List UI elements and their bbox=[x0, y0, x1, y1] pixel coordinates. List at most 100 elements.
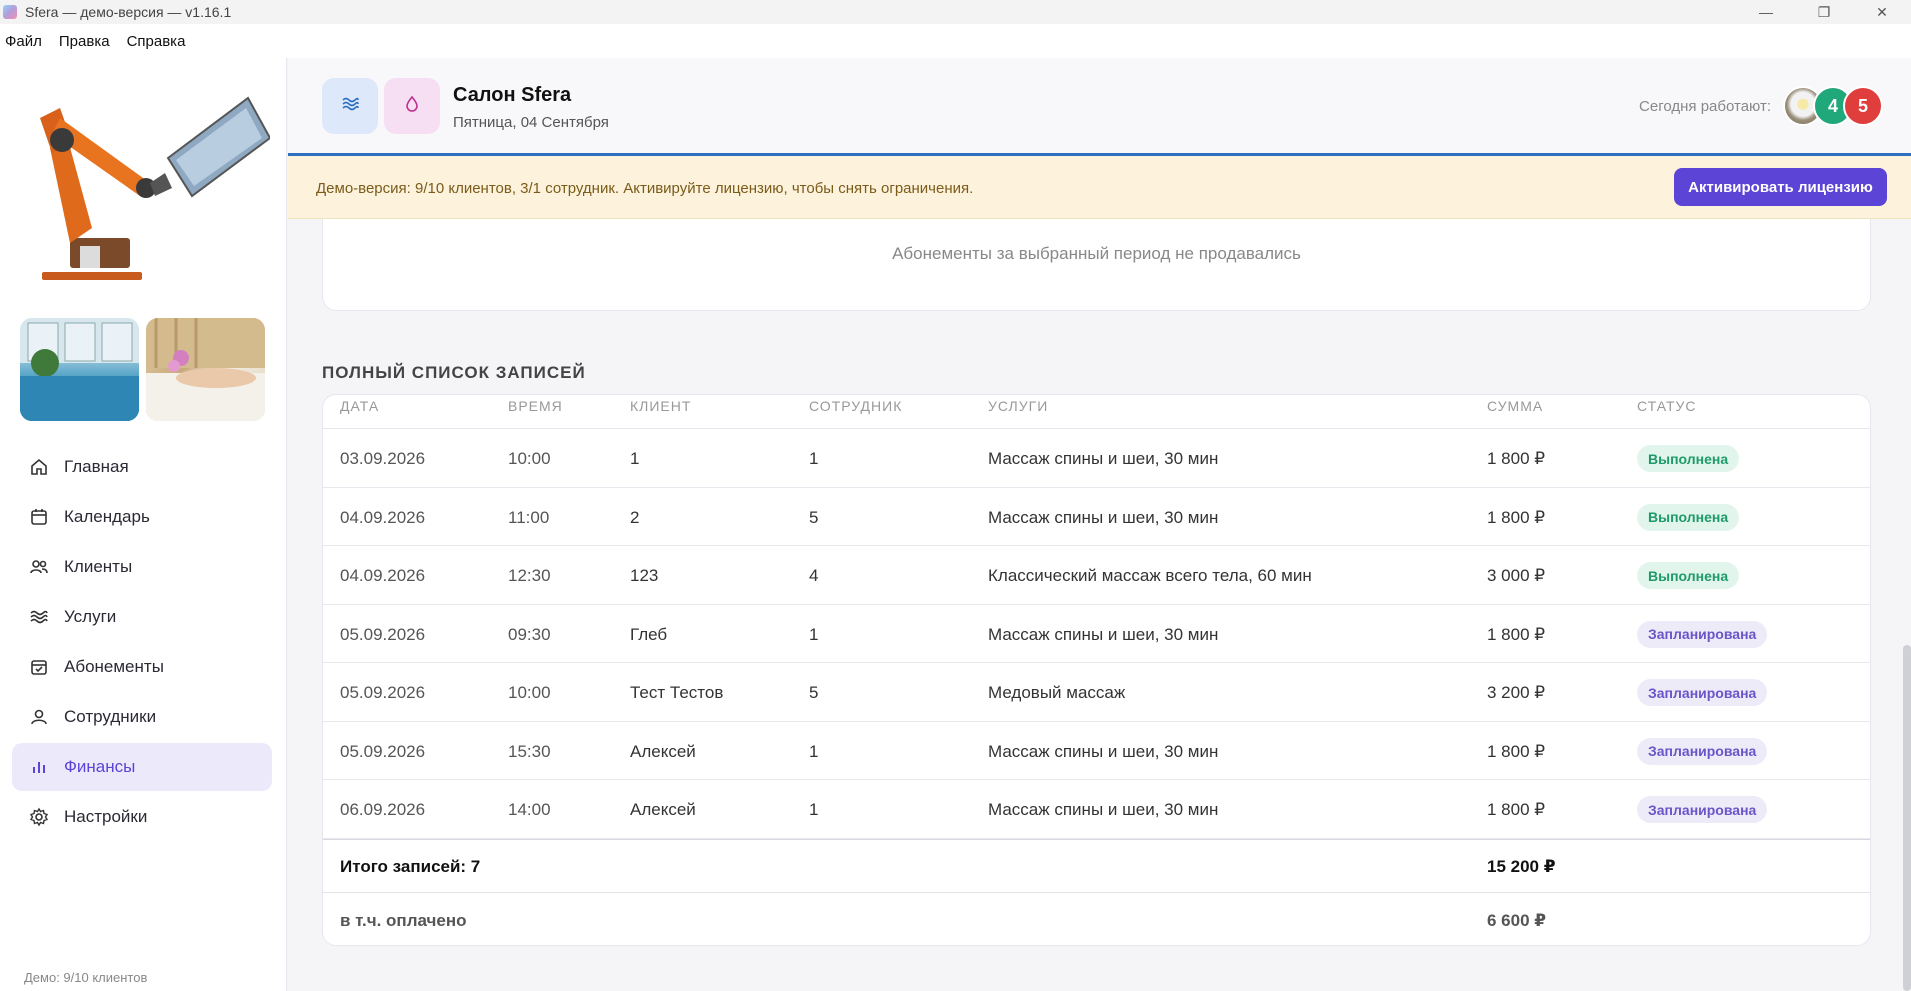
paid-label: в т.ч. оплачено bbox=[340, 910, 467, 930]
record-date: 05.09.2026 bbox=[340, 683, 426, 702]
sidebar-item-calendar[interactable]: Календарь bbox=[12, 493, 272, 541]
record-staff: 5 bbox=[809, 683, 819, 702]
record-staff: 1 bbox=[809, 741, 819, 761]
paid-row: в т.ч. оплачено 6 600 ₽ bbox=[323, 893, 1870, 946]
records-section-title: ПОЛНЫЙ СПИСОК ЗАПИСЕЙ bbox=[322, 363, 586, 382]
table-row[interactable]: 03.09.2026 10:00 1 1 Массаж спины и шеи,… bbox=[323, 429, 1870, 488]
record-time: 10:00 bbox=[508, 449, 551, 468]
sidebar-item-subscriptions[interactable]: Абонементы bbox=[12, 643, 272, 691]
menu-edit[interactable]: Правка bbox=[59, 33, 110, 50]
table-row[interactable]: 05.09.2026 10:00 Тест Тестов 5 Медовый м… bbox=[323, 663, 1870, 722]
total-sum: 15 200 ₽ bbox=[1487, 856, 1556, 876]
column-header-services[interactable]: УСЛУГИ bbox=[988, 398, 1048, 414]
current-date: Пятница, 04 Сентября bbox=[453, 114, 609, 131]
restore-icon[interactable]: ❐ bbox=[1795, 0, 1853, 24]
record-time: 09:30 bbox=[508, 624, 551, 644]
status-badge: Выполнена bbox=[1637, 445, 1740, 472]
status-badge: Запланирована bbox=[1637, 737, 1768, 765]
record-date: 05.09.2026 bbox=[340, 741, 426, 761]
title-bar: Sfera — демо-версия — v1.16.1 — ❐ ✕ bbox=[0, 0, 1911, 24]
column-header-sum[interactable]: СУММА bbox=[1487, 398, 1543, 414]
record-service: Медовый массаж bbox=[988, 683, 1126, 702]
column-header-date[interactable]: ДАТА bbox=[340, 398, 379, 414]
record-time: 12:30 bbox=[508, 566, 551, 585]
status-badge: Выполнена bbox=[1637, 562, 1740, 589]
content-scrollbar[interactable] bbox=[1903, 645, 1911, 991]
record-client: Алексей bbox=[630, 741, 696, 761]
salon-name: Салон Sfera bbox=[453, 84, 572, 106]
record-client: 123 bbox=[630, 566, 659, 585]
sidebar-item-label: Клиенты bbox=[64, 557, 133, 576]
window-controls: — ❐ ✕ bbox=[1737, 0, 1911, 24]
status-badge: Запланирована bbox=[1637, 679, 1768, 706]
menu-file[interactable]: Файл bbox=[5, 33, 42, 50]
sidebar-item-label: Главная bbox=[64, 457, 129, 476]
sidebar-item-finance[interactable]: Финансы bbox=[12, 743, 272, 791]
home-icon bbox=[28, 456, 50, 478]
paid-sum: 6 600 ₽ bbox=[1487, 910, 1547, 930]
record-sum: 1 800 ₽ bbox=[1487, 624, 1546, 644]
record-sum: 3 200 ₽ bbox=[1487, 683, 1546, 702]
record-service: Классический массаж всего тела, 60 мин bbox=[988, 566, 1312, 585]
record-staff: 1 bbox=[809, 449, 819, 468]
sidebar-item-staff[interactable]: Сотрудники bbox=[12, 693, 272, 741]
column-header-client[interactable]: КЛИЕНТ bbox=[630, 398, 691, 414]
column-header-staff[interactable]: СОТРУДНИК bbox=[809, 398, 902, 414]
total-row: Итого записей: 7 15 200 ₽ bbox=[323, 838, 1870, 893]
minimize-icon[interactable]: — bbox=[1737, 0, 1795, 24]
record-time: 11:00 bbox=[508, 507, 550, 527]
sidebar-item-home[interactable]: Главная bbox=[12, 443, 272, 491]
column-header-status[interactable]: СТАТУС bbox=[1637, 398, 1697, 414]
record-service: Массаж спины и шеи, 30 мин bbox=[988, 507, 1219, 527]
robot-arm-illustration bbox=[40, 96, 270, 280]
calendar-icon bbox=[28, 506, 50, 528]
record-service: Массаж спины и шеи, 30 мин bbox=[988, 741, 1219, 761]
records-table: ДАТА ВРЕМЯ КЛИЕНТ СОТРУДНИК УСЛУГИ СУММА… bbox=[322, 394, 1871, 946]
bar-chart-icon bbox=[28, 756, 50, 778]
record-client: Алексей bbox=[630, 800, 696, 819]
calendar-check-icon bbox=[28, 656, 50, 678]
drop-badge[interactable] bbox=[384, 78, 440, 134]
pool-photo bbox=[20, 318, 139, 421]
avatar[interactable]: 5 bbox=[1843, 86, 1883, 126]
status-badge: Выполнена bbox=[1637, 503, 1740, 531]
sidebar-item-label: Абонементы bbox=[64, 657, 164, 676]
waves-icon bbox=[340, 94, 360, 119]
record-sum: 1 800 ₽ bbox=[1487, 800, 1546, 819]
working-today-label: Сегодня работают: bbox=[1639, 98, 1771, 115]
record-staff: 1 bbox=[809, 800, 819, 819]
activate-license-button[interactable]: Активировать лицензию bbox=[1674, 168, 1887, 206]
sidebar-nav: Главная Календарь Клиенты Услуги Абонеме… bbox=[12, 443, 272, 843]
demo-footer: Демо: 9/10 клиентов bbox=[24, 970, 148, 985]
table-row[interactable]: 05.09.2026 15:30 Алексей 1 Массаж спины … bbox=[323, 722, 1870, 780]
sidebar: Главная Календарь Клиенты Услуги Абонеме… bbox=[0, 58, 287, 991]
record-client: Глеб bbox=[630, 624, 668, 644]
close-icon[interactable]: ✕ bbox=[1853, 0, 1911, 24]
status-badge: Запланирована bbox=[1637, 796, 1768, 823]
window-title: Sfera — демо-версия — v1.16.1 bbox=[25, 4, 232, 20]
record-client: 2 bbox=[630, 507, 640, 527]
table-row[interactable]: 04.09.2026 11:00 2 5 Массаж спины и шеи,… bbox=[323, 488, 1870, 546]
column-header-time[interactable]: ВРЕМЯ bbox=[508, 398, 563, 414]
sidebar-item-settings[interactable]: Настройки bbox=[12, 793, 272, 841]
menu-bar: Файл Правка Справка bbox=[0, 24, 1911, 58]
record-client: Тест Тестов bbox=[630, 683, 724, 702]
waves-icon bbox=[28, 606, 50, 628]
sidebar-item-services[interactable]: Услуги bbox=[12, 593, 272, 641]
menu-help[interactable]: Справка bbox=[127, 33, 186, 50]
gear-icon bbox=[28, 806, 50, 828]
main-content: Абонементы за выбранный период не продав… bbox=[288, 219, 1911, 991]
table-row[interactable]: 06.09.2026 14:00 Алексей 1 Массаж спины … bbox=[323, 780, 1870, 839]
record-sum: 1 800 ₽ bbox=[1487, 507, 1546, 527]
record-client: 1 bbox=[630, 449, 640, 468]
status-badge: Запланирована bbox=[1637, 620, 1768, 648]
record-service: Массаж спины и шеи, 30 мин bbox=[988, 449, 1219, 468]
services-badge[interactable] bbox=[322, 78, 378, 134]
table-row[interactable]: 04.09.2026 12:30 123 4 Классический масс… bbox=[323, 546, 1870, 605]
table-row[interactable]: 05.09.2026 09:30 Глеб 1 Массаж спины и ш… bbox=[323, 605, 1870, 663]
sidebar-item-label: Услуги bbox=[64, 607, 117, 626]
record-date: 04.09.2026 bbox=[340, 507, 426, 527]
app-icon bbox=[3, 5, 17, 19]
sidebar-item-clients[interactable]: Клиенты bbox=[12, 543, 272, 591]
spa-photo bbox=[146, 318, 265, 421]
